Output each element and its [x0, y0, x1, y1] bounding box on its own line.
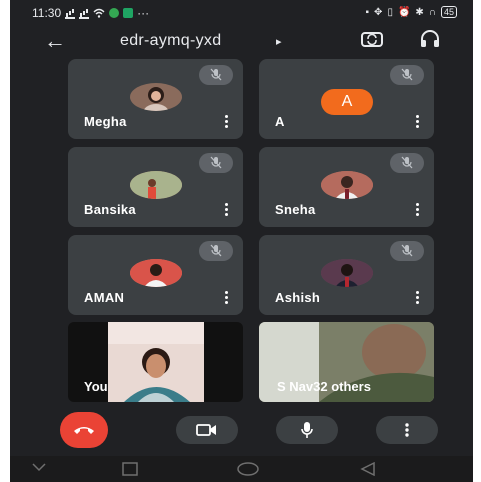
- avatar: [321, 259, 373, 287]
- participant-name: Sneha: [275, 202, 316, 217]
- others-video-tile[interactable]: S Nav32 others: [259, 322, 434, 402]
- call-controls: [10, 412, 473, 452]
- more-vertical-icon[interactable]: [416, 115, 420, 129]
- phone-hangup-icon: [74, 427, 94, 434]
- more-vertical-icon[interactable]: [225, 115, 229, 129]
- more-vertical-icon[interactable]: [416, 203, 420, 217]
- self-label: You: [84, 379, 108, 394]
- participant-name: Megha: [84, 114, 127, 129]
- more-options-button[interactable]: [376, 416, 438, 444]
- participant-tile[interactable]: AMAN: [68, 235, 243, 315]
- more-vertical-icon[interactable]: [416, 291, 420, 305]
- home-icon[interactable]: [236, 462, 260, 476]
- status-bar: 11:30 ··· ▪ ✥ ▯ ⏰ ✱ ∩ 45: [10, 0, 473, 26]
- mic-toggle-button[interactable]: [276, 416, 338, 444]
- participant-tile[interactable]: Ashish: [259, 235, 434, 315]
- self-video-tile[interactable]: You: [68, 322, 243, 402]
- avatar-letter: A: [321, 89, 373, 115]
- mic-off-icon: [390, 241, 424, 261]
- headset-status-icon: ∩: [428, 6, 436, 18]
- vibrate-icon: ▯: [387, 6, 393, 18]
- app-notification-icon: [123, 8, 134, 18]
- video-toggle-button[interactable]: [176, 416, 238, 444]
- mic-off-icon: [199, 241, 233, 261]
- avatar: [130, 171, 182, 199]
- signal-icon: [79, 8, 90, 19]
- participant-tile[interactable]: Sneha: [259, 147, 434, 227]
- volte-icon: ▪: [365, 6, 370, 18]
- back-nav-icon[interactable]: [360, 462, 376, 476]
- top-bar: ← edr-aymq-yxd ▸: [10, 26, 473, 58]
- participant-name: A: [275, 114, 285, 129]
- avatar: [130, 83, 182, 111]
- others-label: S Nav32 others: [277, 379, 371, 394]
- more-notifications-icon: ···: [137, 6, 150, 20]
- alarm-icon: ⏰: [397, 6, 411, 18]
- end-call-button[interactable]: [60, 412, 108, 448]
- bluetooth-icon: ✱: [415, 6, 424, 18]
- more-vertical-icon[interactable]: [225, 291, 229, 305]
- more-vertical-icon: [405, 423, 409, 437]
- wifi-icon: [93, 8, 105, 18]
- mic-icon: [301, 422, 313, 438]
- mic-off-icon: [199, 153, 233, 173]
- chevron-right-icon[interactable]: ▸: [276, 35, 282, 48]
- video-camera-icon: [196, 424, 216, 436]
- camera-switch-icon[interactable]: [361, 30, 383, 48]
- participant-name: Bansika: [84, 202, 136, 217]
- app-notification-icon: [109, 8, 120, 18]
- clock: 11:30: [32, 6, 62, 20]
- system-nav-bar: [10, 456, 473, 482]
- meeting-code[interactable]: edr-aymq-yxd: [120, 32, 221, 50]
- signal-icon: [65, 8, 76, 19]
- data-icon: ✥: [374, 6, 383, 18]
- participant-name: AMAN: [84, 290, 125, 305]
- mic-off-icon: [390, 153, 424, 173]
- recents-icon[interactable]: [122, 462, 138, 476]
- participant-tile[interactable]: Megha: [68, 59, 243, 139]
- participant-name: Ashish: [275, 290, 321, 305]
- participant-tile[interactable]: A A: [259, 59, 434, 139]
- mic-off-icon: [199, 65, 233, 85]
- arrow-left-icon[interactable]: ←: [44, 28, 66, 54]
- more-vertical-icon[interactable]: [225, 203, 229, 217]
- avatar: [130, 259, 182, 287]
- mic-off-icon: [390, 65, 424, 85]
- chevron-down-icon[interactable]: [32, 462, 46, 472]
- meet-screen: 11:30 ··· ▪ ✥ ▯ ⏰ ✱ ∩ 45 ← edr-aymq-yxd …: [10, 0, 473, 482]
- headset-icon[interactable]: [420, 30, 440, 48]
- battery-icon: 45: [440, 6, 457, 18]
- avatar: [321, 171, 373, 199]
- participant-tile[interactable]: Bansika: [68, 147, 243, 227]
